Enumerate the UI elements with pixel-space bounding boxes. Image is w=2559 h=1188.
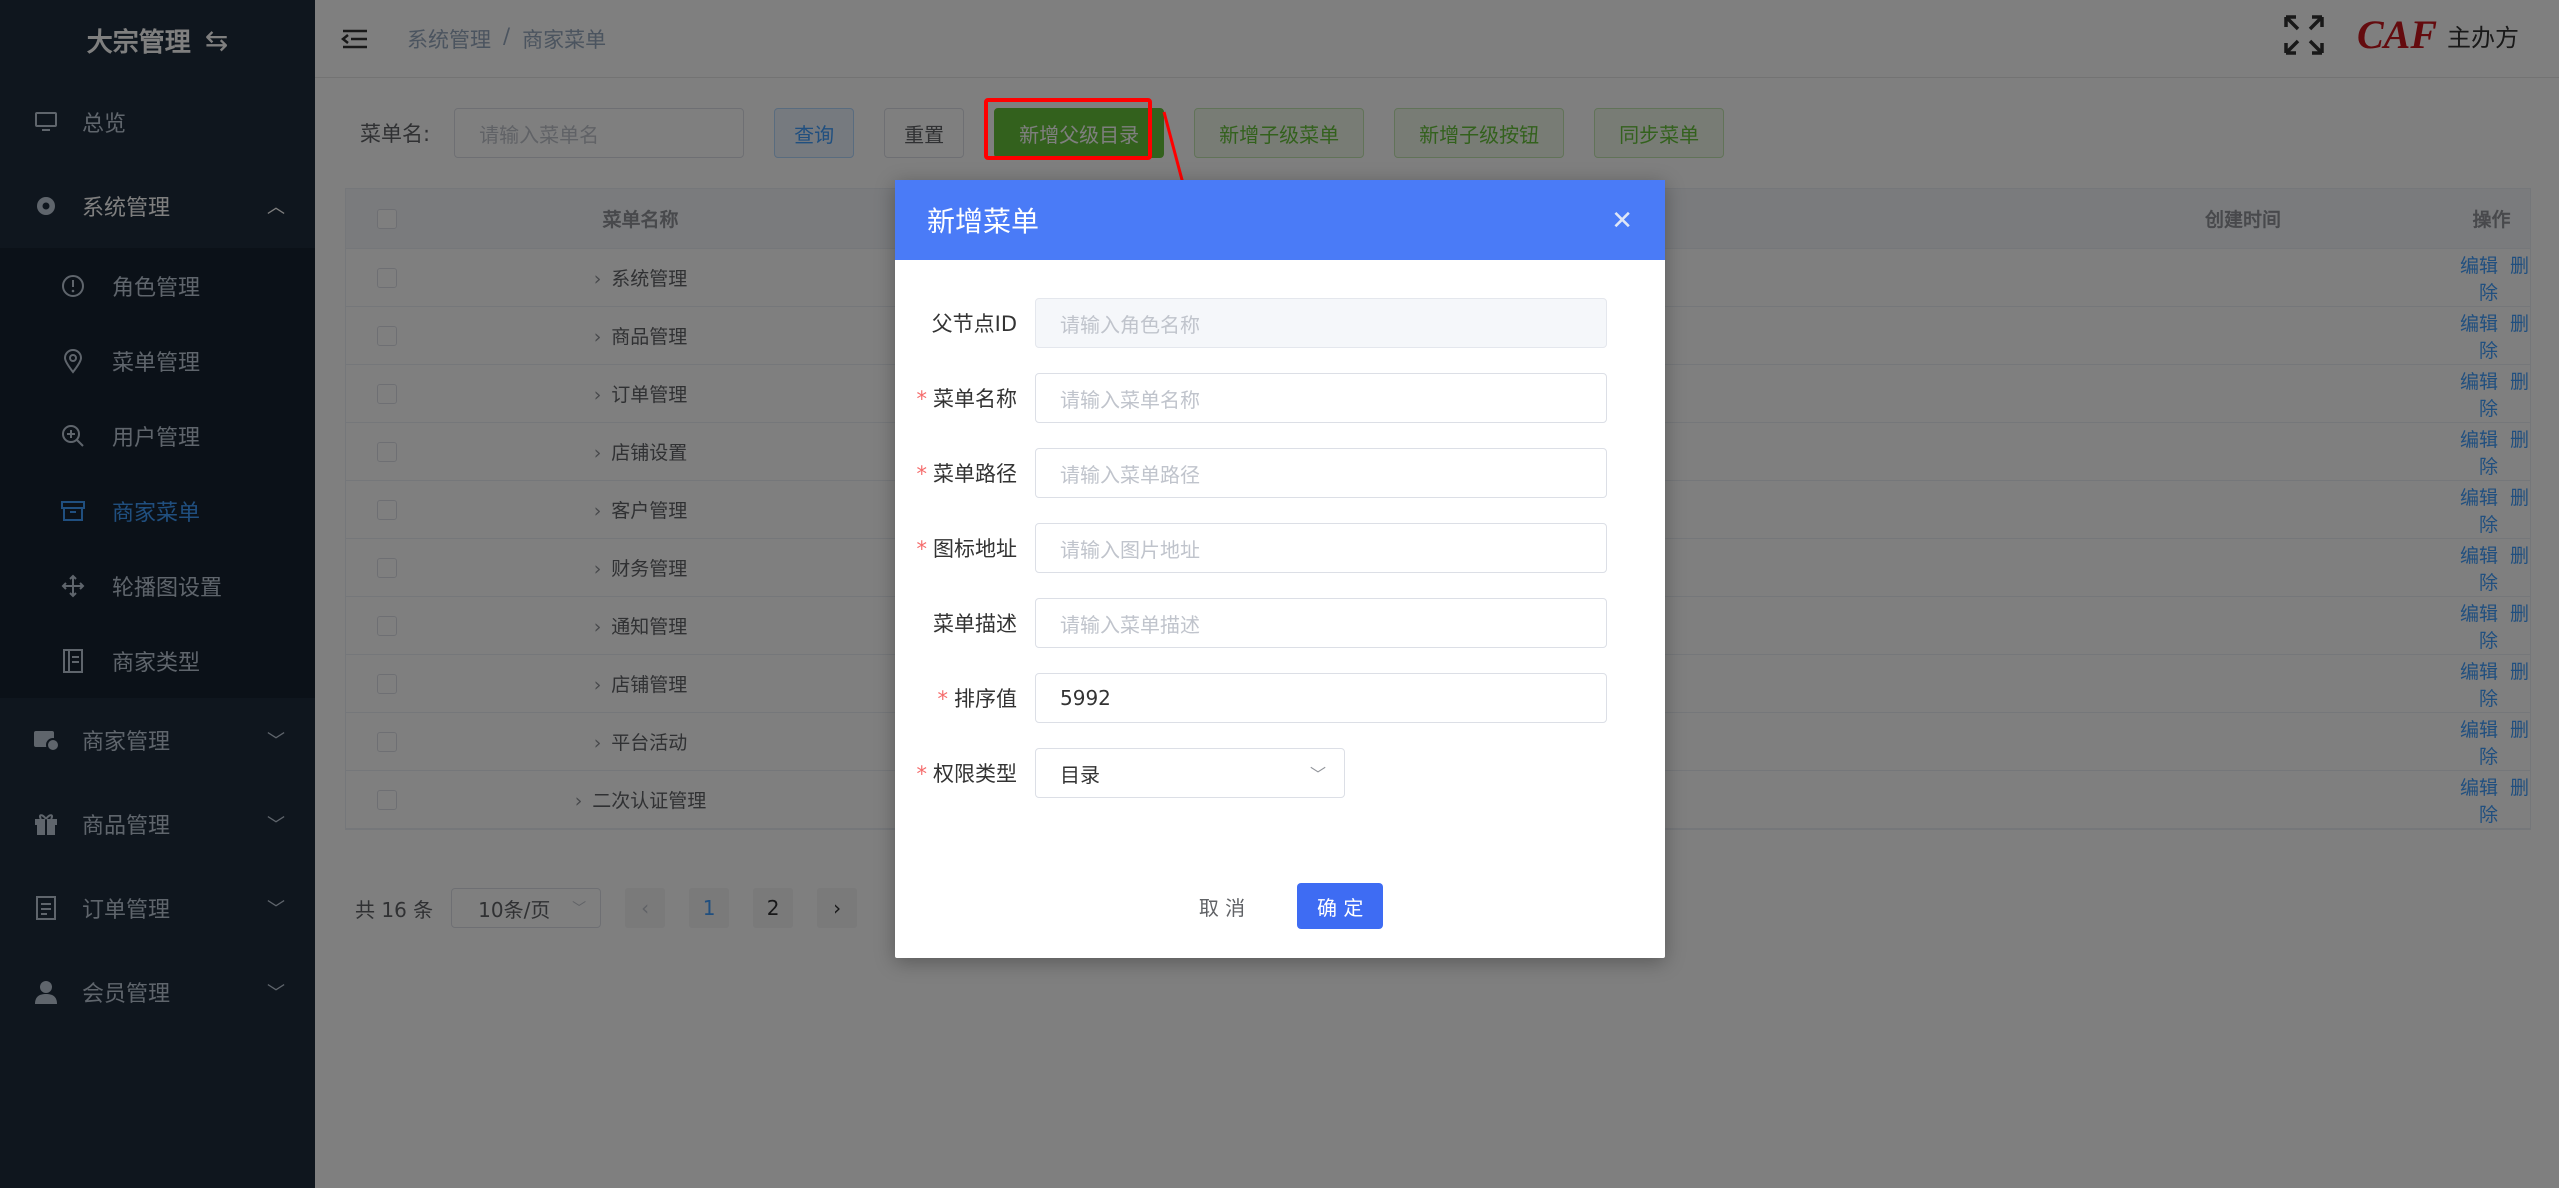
icon-url-label: * 图标地址 <box>916 537 1018 561</box>
perm-type-value: 目录 <box>1060 762 1100 787</box>
highlight-box <box>984 98 1152 160</box>
parent-id-input[interactable]: 请输入角色名称 <box>1035 298 1607 348</box>
form-row-sort: * 排序值 5992 <box>895 673 1665 723</box>
form-row-menu-path: * 菜单路径 请输入菜单路径 <box>895 448 1665 498</box>
menu-name-field-label: * 菜单名称 <box>916 387 1018 411</box>
form-row-parent-id: 父节点ID 请输入角色名称 <box>895 298 1665 348</box>
add-menu-dialog: 新增菜单 ✕ 父节点ID 请输入角色名称 * 菜单名称 请输入菜单名称 * 菜单路径… <box>895 180 1665 958</box>
perm-type-select[interactable]: 目录 ﹀ <box>1035 748 1345 798</box>
menu-desc-label: 菜单描述 <box>933 612 1017 636</box>
close-icon[interactable]: ✕ <box>1611 206 1633 236</box>
form-row-icon-url: * 图标地址 请输入图片地址 <box>895 523 1665 573</box>
form-row-menu-desc: 菜单描述 请输入菜单描述 <box>895 598 1665 648</box>
sort-field[interactable]: 5992 <box>1035 673 1607 723</box>
sort-label: * 排序值 <box>937 687 1018 711</box>
cancel-button[interactable]: 取 消 <box>1177 883 1267 929</box>
chevron-down-icon: ﹀ <box>1309 765 1326 784</box>
menu-name-field[interactable]: 请输入菜单名称 <box>1035 373 1607 423</box>
menu-desc-field[interactable]: 请输入菜单描述 <box>1035 598 1607 648</box>
menu-path-label: * 菜单路径 <box>916 462 1018 486</box>
confirm-button[interactable]: 确 定 <box>1297 883 1384 929</box>
menu-path-field[interactable]: 请输入菜单路径 <box>1035 448 1607 498</box>
perm-type-label: * 权限类型 <box>916 762 1018 786</box>
icon-url-field[interactable]: 请输入图片地址 <box>1035 523 1607 573</box>
parent-id-label: 父节点ID <box>931 312 1017 336</box>
form-row-menu-name: * 菜单名称 请输入菜单名称 <box>895 373 1665 423</box>
form-row-perm-type: * 权限类型 目录 ﹀ <box>895 748 1665 798</box>
dialog-title: 新增菜单 <box>927 205 1040 238</box>
dialog-footer: 取 消 确 定 <box>895 883 1665 929</box>
dialog-header: 新增菜单 ✕ <box>895 180 1665 260</box>
